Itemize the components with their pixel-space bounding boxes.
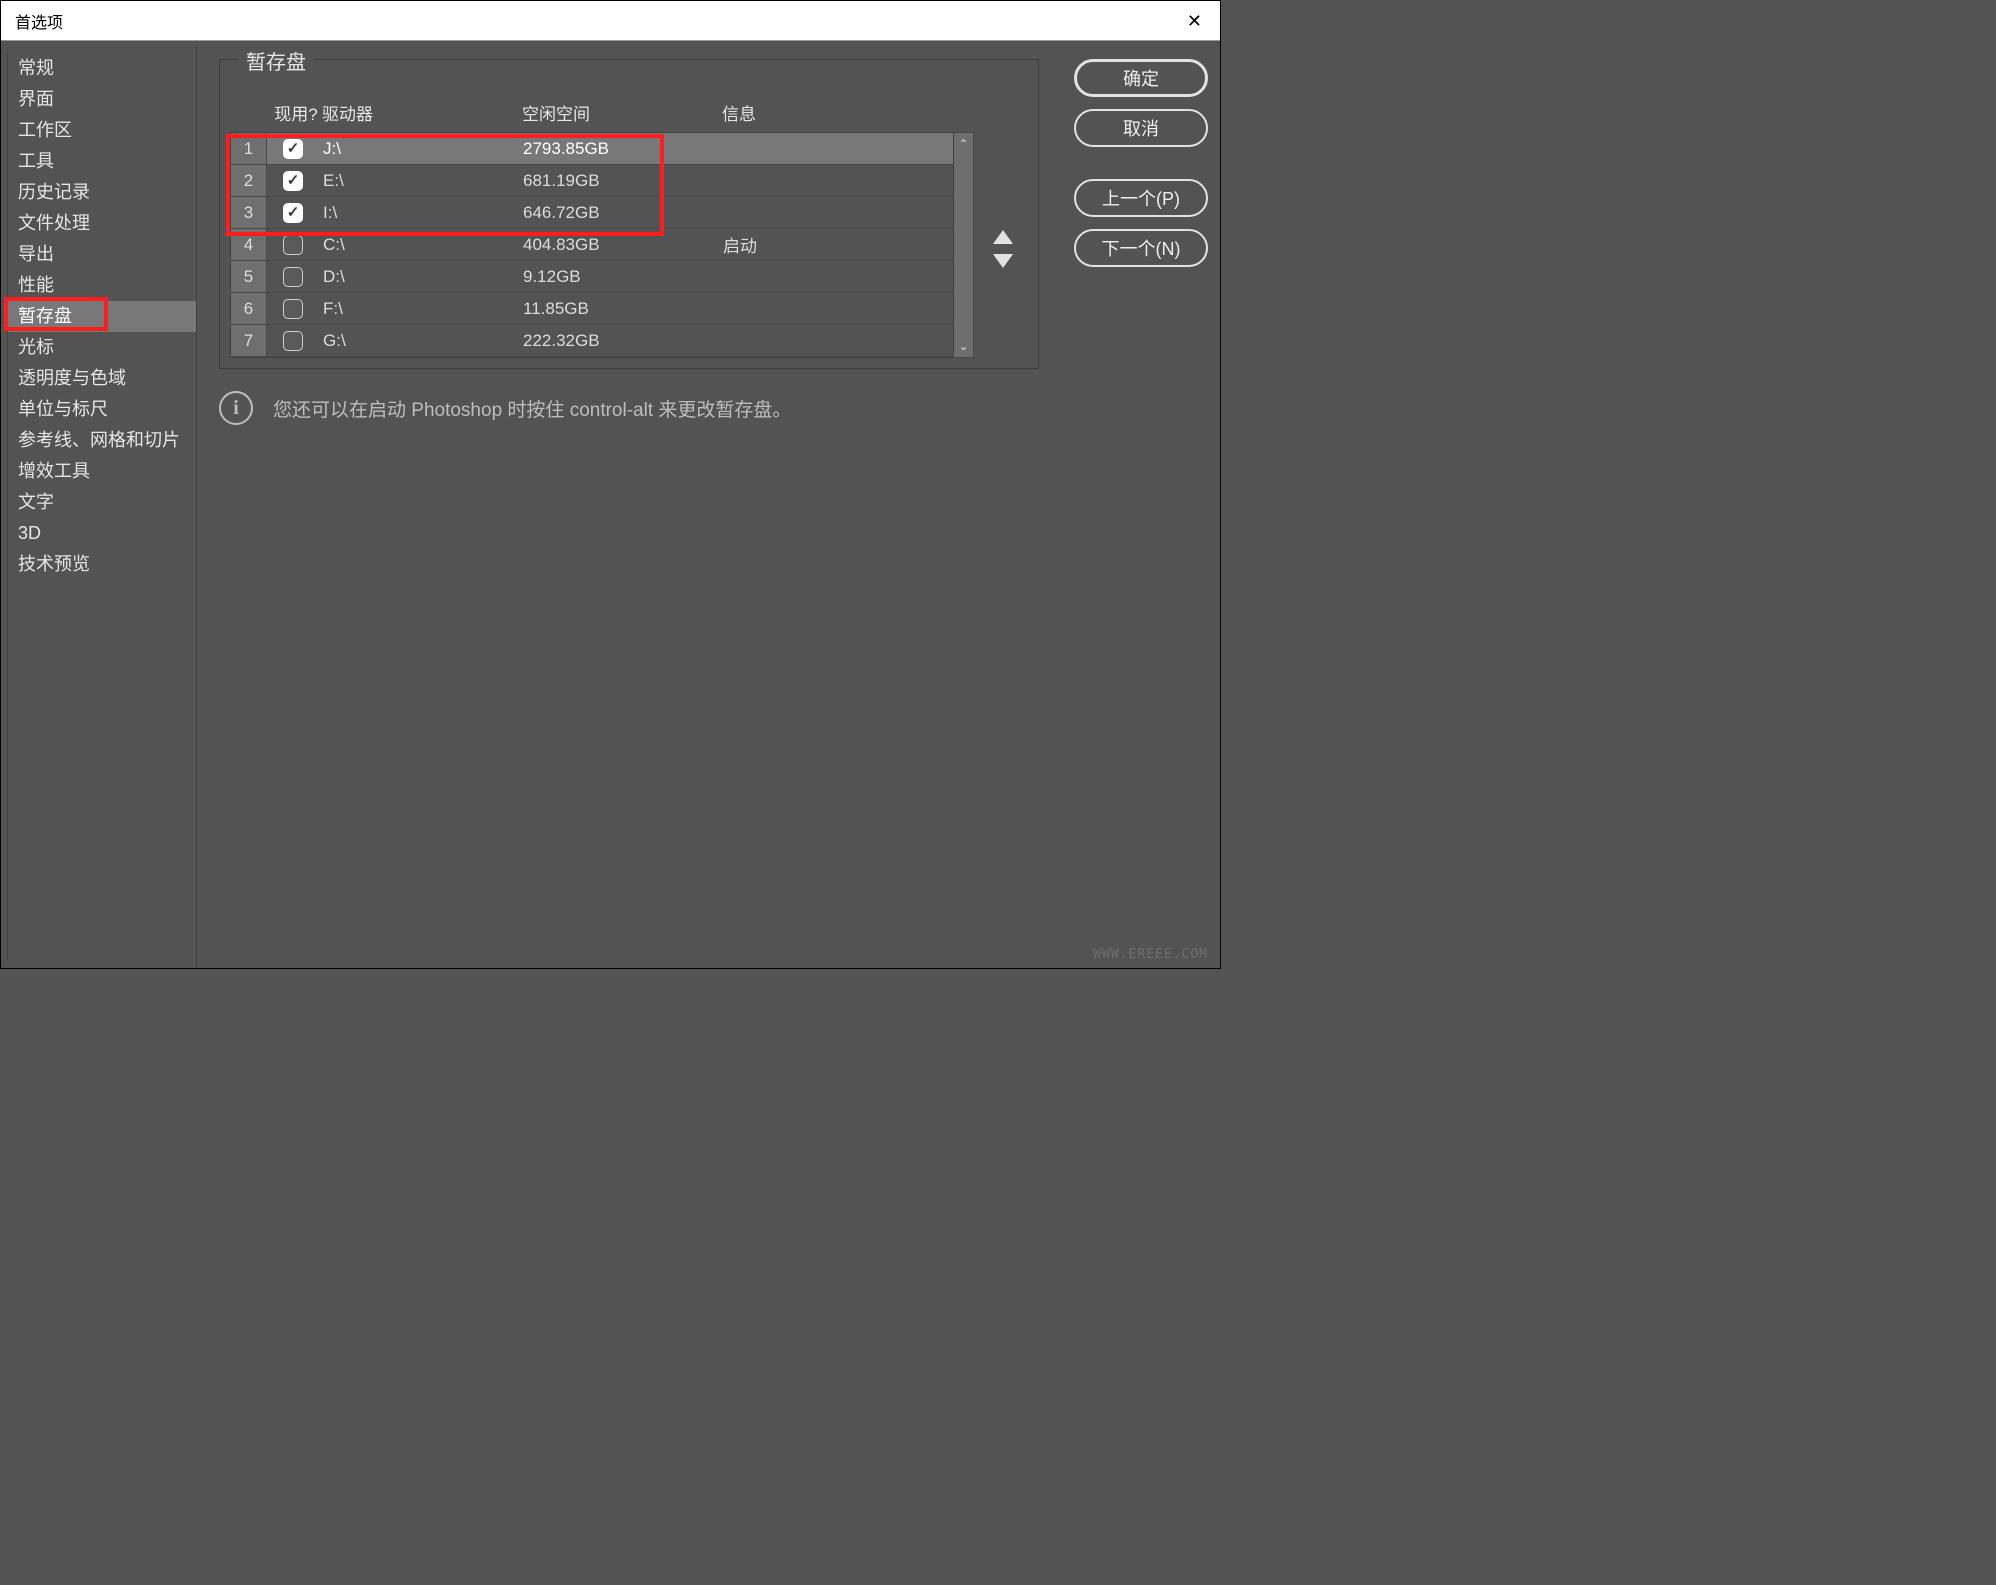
table-row[interactable]: 1 J:\2793.85GB <box>231 133 953 165</box>
drive-cell: J:\ <box>319 139 519 159</box>
table-row[interactable]: 3 I:\646.72GB <box>231 197 953 229</box>
free-cell: 2793.85GB <box>519 139 719 159</box>
close-icon[interactable]: ✕ <box>1181 8 1208 34</box>
drive-cell: I:\ <box>319 203 519 223</box>
row-number: 5 <box>231 261 267 292</box>
row-number: 6 <box>231 293 267 324</box>
info-icon: i <box>219 391 253 425</box>
table-row[interactable]: 5 D:\9.12GB <box>231 261 953 293</box>
sidebar-item-0[interactable]: 常规 <box>8 53 196 84</box>
sidebar-item-11[interactable]: 单位与标尺 <box>8 394 196 425</box>
fieldset-title: 暂存盘 <box>238 46 314 75</box>
free-cell: 681.19GB <box>519 171 719 191</box>
drive-cell: E:\ <box>319 171 519 191</box>
window-title: 首选项 <box>15 9 63 33</box>
drive-cell: G:\ <box>319 331 519 351</box>
col-free: 空闲空间 <box>522 100 722 125</box>
table-header: 现用? 驱动器 空闲空间 信息 <box>234 96 1028 128</box>
free-cell: 222.32GB <box>519 331 719 351</box>
active-checkbox[interactable] <box>283 171 303 191</box>
sidebar-item-9[interactable]: 光标 <box>8 332 196 363</box>
move-up-button[interactable] <box>993 230 1013 244</box>
next-button[interactable]: 下一个(N) <box>1074 229 1208 267</box>
scratch-disks-fieldset: 暂存盘 现用? 驱动器 空闲空间 信息 1J:\2793.85GB2E:\681… <box>219 59 1039 369</box>
drive-cell: C:\ <box>319 235 519 255</box>
free-cell: 11.85GB <box>519 299 719 319</box>
info-cell: 启动 <box>719 232 919 257</box>
sidebar-item-5[interactable]: 文件处理 <box>8 208 196 239</box>
hint-text: 您还可以在启动 Photoshop 时按住 control-alt 来更改暂存盘… <box>273 395 791 422</box>
active-checkbox[interactable] <box>283 331 303 351</box>
sidebar-item-8[interactable]: 暂存盘 <box>8 301 196 332</box>
col-active: 现用? <box>270 100 322 125</box>
col-info: 信息 <box>722 100 922 125</box>
row-number: 3 <box>231 197 267 228</box>
move-down-button[interactable] <box>993 254 1013 268</box>
active-checkbox[interactable] <box>283 267 303 287</box>
sidebar-item-13[interactable]: 增效工具 <box>8 456 196 487</box>
free-cell: 646.72GB <box>519 203 719 223</box>
table-row[interactable]: 7 G:\222.32GB <box>231 325 953 357</box>
sidebar-item-7[interactable]: 性能 <box>8 270 196 301</box>
table-row[interactable]: 6 F:\11.85GB <box>231 293 953 325</box>
free-cell: 9.12GB <box>519 267 719 287</box>
prev-button[interactable]: 上一个(P) <box>1074 179 1208 217</box>
sidebar-item-2[interactable]: 工作区 <box>8 115 196 146</box>
scroll-down-icon[interactable]: ⌄ <box>958 339 968 353</box>
sidebar-item-12[interactable]: 参考线、网格和切片 <box>8 425 196 456</box>
watermark: WWW.EREEE.COM <box>1093 947 1208 962</box>
sidebar-item-16[interactable]: 技术预览 <box>8 549 196 580</box>
table-scrollbar[interactable]: ⌃ ⌄ <box>954 132 974 358</box>
main-panel: 暂存盘 现用? 驱动器 空闲空间 信息 1 J:\2793.85GB 2 E:\681… <box>197 45 1070 968</box>
hint-row: i 您还可以在启动 Photoshop 时按住 control-alt 来更改暂… <box>219 391 1062 425</box>
cancel-button[interactable]: 取消 <box>1074 109 1208 147</box>
sidebar-item-15[interactable]: 3D <box>8 518 196 549</box>
sidebar-item-1[interactable]: 界面 <box>8 84 196 115</box>
sidebar-item-3[interactable]: 工具 <box>8 146 196 177</box>
reorder-arrows <box>988 230 1018 268</box>
sidebar-item-4[interactable]: 历史记录 <box>8 177 196 208</box>
drive-cell: F:\ <box>319 299 519 319</box>
row-number: 2 <box>231 165 267 196</box>
row-number: 7 <box>231 325 267 356</box>
scroll-up-icon[interactable]: ⌃ <box>958 137 968 151</box>
free-cell: 404.83GB <box>519 235 719 255</box>
active-checkbox[interactable] <box>283 235 303 255</box>
sidebar-item-10[interactable]: 透明度与色域 <box>8 363 196 394</box>
col-drive: 驱动器 <box>322 100 522 125</box>
ok-button[interactable]: 确定 <box>1074 59 1208 97</box>
active-checkbox[interactable] <box>283 139 303 159</box>
table-row[interactable]: 4 C:\404.83GB启动 <box>231 229 953 261</box>
row-number: 1 <box>231 133 267 164</box>
table-row[interactable]: 2 E:\681.19GB <box>231 165 953 197</box>
titlebar: 首选项 ✕ <box>1 1 1220 41</box>
drive-cell: D:\ <box>319 267 519 287</box>
action-column: 确定 取消 上一个(P) 下一个(N) <box>1070 45 1220 968</box>
active-checkbox[interactable] <box>283 299 303 319</box>
sidebar-item-6[interactable]: 导出 <box>8 239 196 270</box>
table-rows: 1 J:\2793.85GB 2 E:\681.19GB 3 I:\646.72GB 4 C:… <box>230 132 954 358</box>
sidebar: 常规界面工作区工具历史记录文件处理导出性能暂存盘光标透明度与色域单位与标尺参考线… <box>1 45 197 968</box>
sidebar-item-14[interactable]: 文字 <box>8 487 196 518</box>
row-number: 4 <box>231 229 267 260</box>
active-checkbox[interactable] <box>283 203 303 223</box>
preferences-window: 首选项 ✕ 常规界面工作区工具历史记录文件处理导出性能暂存盘光标透明度与色域单位… <box>0 0 1221 969</box>
